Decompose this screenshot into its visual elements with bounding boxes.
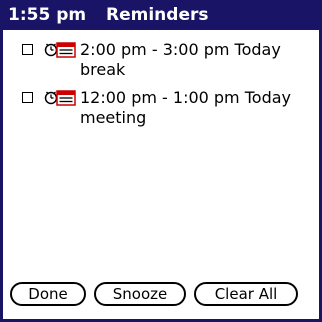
page-title: Reminders bbox=[106, 5, 209, 25]
reminders-screen: 1:55 pm Reminders 2:00 pm - 3:00 pm Toda… bbox=[0, 0, 322, 322]
window-frame bbox=[0, 30, 322, 322]
button-bar: Done Snooze Clear All bbox=[0, 282, 322, 310]
reminder-description: break bbox=[80, 60, 126, 79]
reminder-time-range: 12:00 pm - 1:00 pm Today bbox=[80, 88, 291, 107]
reminder-time-range: 2:00 pm - 3:00 pm Today bbox=[80, 40, 281, 59]
reminder-checkbox[interactable] bbox=[22, 44, 33, 55]
alarm-clock-icon bbox=[44, 90, 76, 106]
reminder-checkbox[interactable] bbox=[22, 92, 33, 103]
clock-time: 1:55 pm bbox=[8, 5, 87, 25]
alarm-clock-icon bbox=[44, 42, 76, 58]
done-button[interactable]: Done bbox=[10, 282, 86, 306]
reminder-description: meeting bbox=[80, 108, 147, 127]
title-bar: 1:55 pm Reminders bbox=[0, 0, 322, 30]
snooze-button[interactable]: Snooze bbox=[94, 282, 186, 306]
clear-all-button[interactable]: Clear All bbox=[194, 282, 298, 306]
